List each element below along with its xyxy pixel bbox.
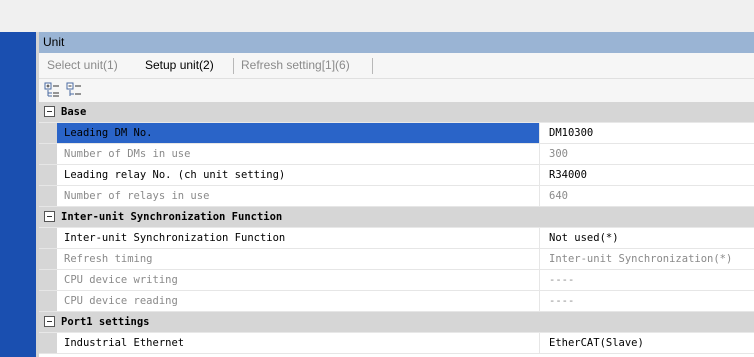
top-strip	[0, 0, 754, 32]
tab-strip: Select unit(1) Setup unit(2) Refresh set…	[39, 53, 754, 79]
property-name[interactable]: Number of DMs in use	[57, 144, 540, 164]
property-value[interactable]: EtherCAT(Slave)	[541, 333, 754, 353]
property-value: 640	[549, 190, 568, 202]
property-name[interactable]: Inter-unit Synchronization Function	[57, 228, 540, 248]
property-value: 300	[549, 148, 568, 160]
category-port1-settings[interactable]: Port1 settings	[39, 312, 754, 333]
toolbar	[39, 79, 754, 102]
property-row-leading-dm-no[interactable]: Leading DM No. DM10300	[39, 123, 754, 144]
row-gutter	[39, 144, 57, 164]
category-base[interactable]: Base	[39, 102, 754, 123]
property-value: ----	[549, 295, 575, 307]
category-label: Base	[61, 106, 87, 118]
property-row-cpu-device-reading[interactable]: CPU device reading ----	[39, 291, 754, 312]
property-name[interactable]: Leading relay No. (ch unit setting)	[57, 165, 540, 185]
row-gutter	[39, 186, 57, 206]
tab-separator	[372, 58, 373, 74]
tab-setup-unit[interactable]: Setup unit(2)	[145, 53, 214, 78]
property-row-refresh-timing[interactable]: Refresh timing Inter-unit Synchronizatio…	[39, 249, 754, 270]
category-label: Port1 settings	[61, 316, 150, 328]
property-row-cpu-device-writing[interactable]: CPU device writing ----	[39, 270, 754, 291]
collapse-toggle-icon[interactable]	[44, 316, 55, 327]
property-value[interactable]: DM10300	[541, 123, 754, 143]
collapse-toggle-icon[interactable]	[44, 211, 55, 222]
row-gutter	[39, 228, 57, 248]
property-value[interactable]: Not used(*)	[541, 228, 754, 248]
property-name[interactable]: Refresh timing	[57, 249, 540, 269]
panel-title: Unit	[39, 32, 754, 53]
collapse-all-icon[interactable]	[66, 82, 82, 98]
collapse-toggle-icon[interactable]	[44, 106, 55, 117]
property-name[interactable]: Industrial Ethernet	[57, 333, 540, 353]
property-row-number-of-relays[interactable]: Number of relays in use 640	[39, 186, 754, 207]
row-gutter	[39, 123, 57, 143]
category-label: Inter-unit Synchronization Function	[61, 211, 283, 223]
property-row-leading-relay-no[interactable]: Leading relay No. (ch unit setting) R340…	[39, 165, 754, 186]
property-name[interactable]: CPU device reading	[57, 291, 540, 311]
property-row-number-of-dms[interactable]: Number of DMs in use 300	[39, 144, 754, 165]
tab-select-unit[interactable]: Select unit(1)	[47, 53, 118, 78]
row-gutter	[39, 270, 57, 290]
row-gutter	[39, 165, 57, 185]
property-row-industrial-ethernet[interactable]: Industrial Ethernet EtherCAT(Slave)	[39, 333, 754, 354]
left-dock-bar	[0, 32, 36, 357]
property-grid: Base Leading DM No. DM10300 Number of DM…	[39, 102, 754, 354]
category-inter-unit-sync[interactable]: Inter-unit Synchronization Function	[39, 207, 754, 228]
expand-all-icon[interactable]	[44, 82, 60, 98]
unit-panel: Unit Select unit(1) Setup unit(2) Refres…	[39, 32, 754, 357]
property-value: Inter-unit Synchronization(*)	[549, 253, 733, 265]
property-name[interactable]: Leading DM No.	[57, 123, 540, 143]
property-row-inter-unit-sync[interactable]: Inter-unit Synchronization Function Not …	[39, 228, 754, 249]
property-name[interactable]: CPU device writing	[57, 270, 540, 290]
property-value[interactable]: R34000	[541, 165, 754, 185]
row-gutter	[39, 249, 57, 269]
tab-refresh-setting[interactable]: Refresh setting[1](6)	[241, 53, 350, 78]
row-gutter	[39, 291, 57, 311]
tab-separator	[233, 58, 234, 74]
property-value: ----	[549, 274, 575, 286]
property-name[interactable]: Number of relays in use	[57, 186, 540, 206]
row-gutter	[39, 333, 57, 353]
